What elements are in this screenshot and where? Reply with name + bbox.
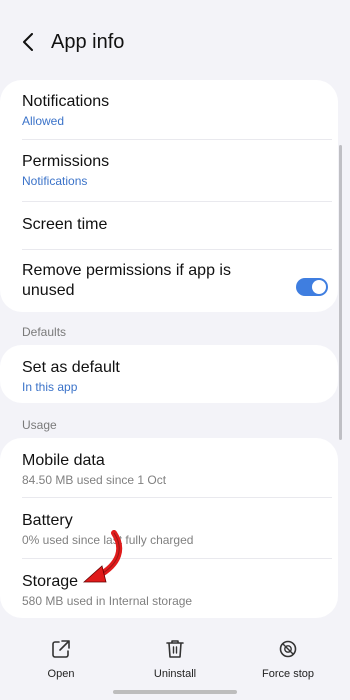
mobile-data-subtitle: 84.50 MB used since 1 Oct <box>22 473 167 487</box>
trash-icon <box>166 640 184 658</box>
mobile-data-row[interactable]: Mobile data 84.50 MB used since 1 Oct <box>0 438 338 498</box>
battery-subtitle: 0% used since last fully charged <box>22 533 194 547</box>
permissions-card: Notifications Allowed Permissions Notifi… <box>0 80 338 312</box>
scrollbar[interactable] <box>339 145 342 440</box>
permissions-title: Permissions <box>22 153 110 170</box>
uninstall-button[interactable]: Uninstall <box>130 638 220 680</box>
screen-time-title: Screen time <box>22 216 108 233</box>
defaults-card: Set as default In this app <box>0 345 338 403</box>
set-as-default-title: Set as default <box>22 359 120 376</box>
screen-time-row[interactable]: Screen time <box>0 202 338 250</box>
remove-permissions-toggle[interactable] <box>296 278 328 296</box>
remove-permissions-title-line1: Remove permissions if app is <box>22 262 231 279</box>
home-indicator[interactable] <box>113 690 237 694</box>
open-button[interactable]: Open <box>16 638 106 680</box>
header: App info <box>0 0 350 64</box>
storage-row[interactable]: Storage 580 MB used in Internal storage <box>0 559 338 618</box>
usage-card: Mobile data 84.50 MB used since 1 Oct Ba… <box>0 438 338 618</box>
toggle-knob <box>312 280 326 294</box>
defaults-section-label: Defaults <box>22 325 67 339</box>
storage-subtitle: 580 MB used in Internal storage <box>22 594 193 608</box>
force-stop-label: Force stop <box>262 668 314 680</box>
back-chevron-icon <box>23 33 33 51</box>
storage-title: Storage <box>22 573 79 590</box>
set-as-default-row[interactable]: Set as default In this app <box>0 345 338 403</box>
page-title: App info <box>51 31 125 53</box>
notifications-row[interactable]: Notifications Allowed <box>0 80 338 140</box>
bottom-action-bar: Open Uninstall Force stop <box>0 620 350 700</box>
notifications-title: Notifications <box>22 93 110 110</box>
uninstall-label: Uninstall <box>153 668 197 680</box>
remove-permissions-row[interactable]: Remove permissions if app is unused <box>0 250 338 312</box>
permissions-row[interactable]: Permissions Notifications <box>0 140 338 202</box>
app-info-screen: App info Notifications Allowed Permissio… <box>0 0 350 700</box>
remove-permissions-title-line2: unused <box>22 282 75 299</box>
force-stop-button[interactable]: Force stop <box>243 638 333 680</box>
open-label: Open <box>47 668 75 680</box>
battery-title: Battery <box>22 512 73 529</box>
back-button[interactable] <box>14 28 42 56</box>
notifications-subtitle: Allowed <box>22 114 65 128</box>
open-external-icon <box>52 640 70 658</box>
red-arrow-annotation-icon <box>82 530 123 583</box>
mobile-data-title: Mobile data <box>22 452 105 469</box>
set-as-default-subtitle: In this app <box>22 380 78 394</box>
permissions-subtitle: Notifications <box>22 174 88 188</box>
battery-row[interactable]: Battery 0% used since last fully charged <box>0 498 338 559</box>
stop-circle-icon <box>279 640 297 658</box>
usage-section-label: Usage <box>22 418 57 432</box>
